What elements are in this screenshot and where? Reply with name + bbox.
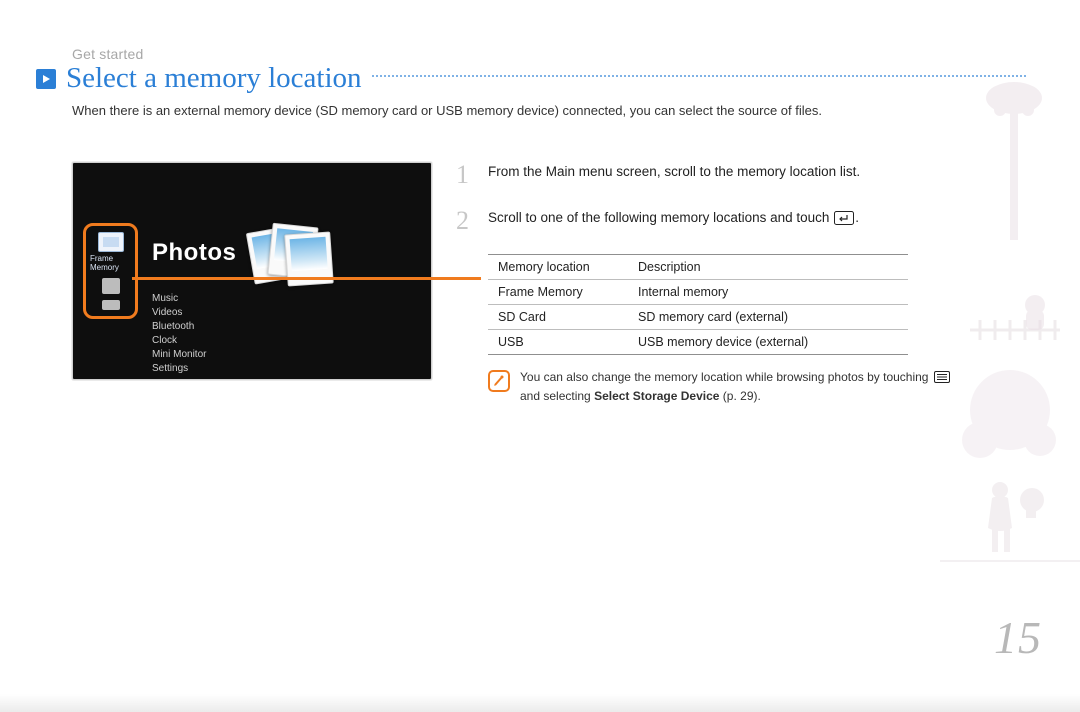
storage-selector-highlight: Frame Memory: [83, 223, 138, 319]
menu-icon: [934, 371, 950, 388]
step-number: 2: [456, 208, 476, 234]
device-menu-item: Mini Monitor: [152, 349, 431, 360]
note-icon: [488, 370, 510, 392]
dotted-rule: [372, 75, 1026, 77]
device-menu-item: Videos: [152, 307, 431, 318]
step-text: Scroll to one of the following memory lo…: [488, 208, 1008, 234]
table-header-cell: Memory location: [488, 255, 628, 280]
step-text: From the Main menu screen, scroll to the…: [488, 162, 1008, 188]
storage-frame-memory: Frame Memory: [90, 232, 131, 272]
device-screenshot: Frame Memory Photos Music Videos Bluetoo…: [72, 162, 432, 380]
storage-usb: [102, 300, 120, 310]
step-1: 1 From the Main menu screen, scroll to t…: [456, 162, 1008, 188]
device-section-label: Photos: [152, 239, 236, 267]
section-play-icon: [36, 69, 56, 89]
page-number: 15: [994, 611, 1042, 664]
photo-thumbnails-icon: [250, 223, 328, 283]
device-menu-item: Clock: [152, 335, 431, 346]
table-header-cell: Description: [628, 255, 908, 280]
table-row: USBUSB memory device (external): [488, 330, 908, 355]
table-row: Frame MemoryInternal memory: [488, 280, 908, 305]
device-menu-item: Music: [152, 293, 431, 304]
page-bottom-shadow: [0, 694, 1080, 712]
memory-location-table: Memory location Description Frame Memory…: [488, 254, 908, 355]
note-callout: You can also change the memory location …: [488, 369, 968, 406]
device-menu-item: Settings: [152, 363, 431, 374]
breadcrumb: Get started: [72, 46, 143, 62]
step-2: 2 Scroll to one of the following memory …: [456, 208, 1008, 234]
step-number: 1: [456, 162, 476, 188]
table-header-row: Memory location Description: [488, 255, 908, 280]
intro-text: When there is an external memory device …: [72, 102, 1020, 120]
callout-connector-line: [132, 277, 481, 280]
device-menu-item: Bluetooth: [152, 321, 431, 332]
page-title: Select a memory location: [66, 62, 362, 95]
storage-sd-card: [102, 278, 120, 294]
enter-icon: [833, 211, 855, 231]
table-row: SD CardSD memory card (external): [488, 305, 908, 330]
